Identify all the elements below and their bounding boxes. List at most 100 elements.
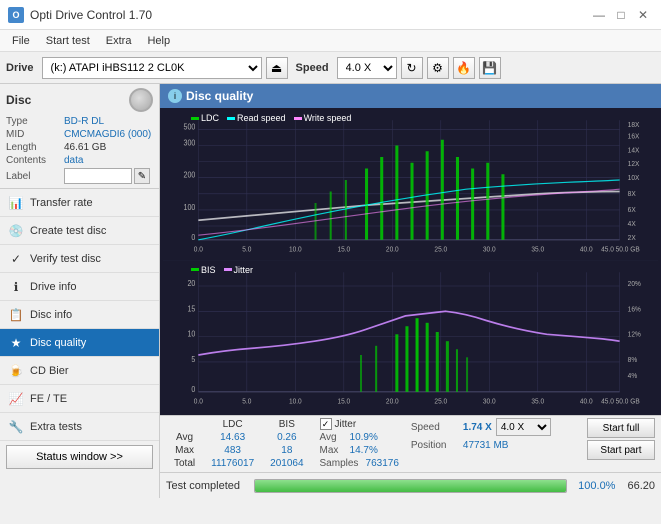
legend-jitter: Jitter: [234, 265, 254, 275]
jitter-label: Jitter: [335, 419, 357, 430]
progress-value: 100.0%: [575, 480, 615, 492]
sidebar-item-drive-info[interactable]: ℹ Drive info: [0, 273, 159, 301]
disc-label-row: Label ✎: [6, 168, 153, 184]
svg-text:18X: 18X: [628, 122, 640, 129]
disc-label-input[interactable]: [64, 168, 132, 184]
svg-text:10.0: 10.0: [289, 397, 302, 404]
svg-text:40.0: 40.0: [580, 246, 593, 253]
stats-max-label: Max: [166, 444, 203, 457]
main-content: Disc Type BD-R DL MID CMCMAGDI6 (000) Le…: [0, 84, 661, 498]
sidebar-item-disc-quality[interactable]: ★ Disc quality: [0, 329, 159, 357]
speed-mini-select[interactable]: 4.0 X: [496, 418, 551, 436]
settings-button[interactable]: ⚙: [427, 57, 449, 79]
svg-text:4X: 4X: [628, 221, 636, 228]
svg-text:30.0: 30.0: [483, 246, 496, 253]
disc-section-title: Disc: [6, 93, 31, 107]
disc-info-icon: 📋: [8, 307, 24, 323]
svg-text:5.0: 5.0: [242, 246, 251, 253]
stats-avg-label: Avg: [166, 431, 203, 444]
progress-track: [254, 479, 567, 493]
jitter-max-label: Max: [320, 445, 348, 456]
right-panel: i Disc quality LDC Read speed: [160, 84, 661, 498]
drive-select[interactable]: (k:) ATAPI iHBS112 2 CL0K: [42, 57, 262, 79]
legend-ldc: LDC: [201, 113, 219, 123]
svg-text:50.0 GB: 50.0 GB: [616, 397, 640, 404]
svg-text:25.0: 25.0: [434, 397, 447, 404]
menu-help[interactable]: Help: [139, 33, 178, 49]
stats-max-ldc: 483: [203, 444, 262, 457]
legend-read-speed: Read speed: [237, 113, 286, 123]
sidebar-item-label: Disc quality: [30, 337, 86, 349]
stats-total-ldc: 11176017: [203, 457, 262, 470]
close-button[interactable]: ✕: [633, 5, 653, 25]
svg-text:0: 0: [191, 232, 195, 242]
disc-contents-row: Contents data: [6, 155, 153, 166]
svg-text:12%: 12%: [628, 331, 641, 338]
cd-bier-icon: 🍺: [8, 363, 24, 379]
disc-contents-value: data: [64, 155, 83, 166]
drive-toolbar: Drive (k:) ATAPI iHBS112 2 CL0K ⏏ Speed …: [0, 52, 661, 84]
transfer-rate-icon: 📊: [8, 195, 24, 211]
eject-button[interactable]: ⏏: [266, 57, 288, 79]
progress-fill: [255, 480, 566, 492]
disc-type-row: Type BD-R DL: [6, 116, 153, 127]
label-edit-button[interactable]: ✎: [134, 168, 150, 184]
sidebar-item-transfer-rate[interactable]: 📊 Transfer rate: [0, 189, 159, 217]
stats-avg-bis: 0.26: [262, 431, 311, 444]
save-button[interactable]: 💾: [479, 57, 501, 79]
disc-quality-icon: ★: [8, 335, 24, 351]
titlebar-title: Opti Drive Control 1.70: [30, 8, 152, 22]
disc-type-value: BD-R DL: [64, 116, 104, 127]
stats-row-max: Max 483 18: [166, 444, 312, 457]
menu-start-test[interactable]: Start test: [38, 33, 98, 49]
start-part-button[interactable]: Start part: [587, 440, 655, 460]
speed-select[interactable]: 4.0 X: [337, 57, 397, 79]
speed-label: Speed: [296, 62, 329, 74]
svg-text:35.0: 35.0: [531, 397, 544, 404]
sidebar-item-label: Drive info: [30, 281, 76, 293]
svg-text:10.0: 10.0: [289, 246, 302, 253]
chart1-legend: LDC Read speed Write speed: [191, 113, 351, 123]
chart-header-icon: i: [168, 89, 182, 103]
start-full-button[interactable]: Start full: [587, 418, 655, 438]
progress-label: Test completed: [166, 480, 246, 492]
drive-label: Drive: [6, 62, 34, 74]
svg-text:4%: 4%: [628, 372, 637, 379]
sidebar-item-disc-info[interactable]: 📋 Disc info: [0, 301, 159, 329]
menu-file[interactable]: File: [4, 33, 38, 49]
svg-text:5.0: 5.0: [242, 397, 251, 404]
sidebar-item-verify-test-disc[interactable]: ✓ Verify test disc: [0, 245, 159, 273]
svg-text:10: 10: [187, 329, 195, 339]
sidebar-item-create-test-disc[interactable]: 💿 Create test disc: [0, 217, 159, 245]
status-window-button[interactable]: Status window >>: [6, 445, 153, 469]
sidebar-item-fe-te[interactable]: 📈 FE / TE: [0, 385, 159, 413]
svg-text:20%: 20%: [628, 280, 641, 287]
disc-mid-value: CMCMAGDI6 (000): [64, 129, 151, 140]
jitter-checkbox[interactable]: ✓: [320, 418, 332, 430]
svg-text:8%: 8%: [628, 356, 637, 363]
nav-items: 📊 Transfer rate 💿 Create test disc ✓ Ver…: [0, 189, 159, 441]
speed-stat-label: Speed: [411, 422, 459, 433]
fe-te-icon: 📈: [8, 391, 24, 407]
chart-bis: BIS Jitter: [163, 263, 658, 413]
minimize-button[interactable]: —: [589, 5, 609, 25]
svg-text:35.0: 35.0: [531, 246, 544, 253]
stats-row-avg: Avg 14.63 0.26: [166, 431, 312, 444]
refresh-button[interactable]: ↻: [401, 57, 423, 79]
sidebar-item-cd-bier[interactable]: 🍺 CD Bier: [0, 357, 159, 385]
burn-button[interactable]: 🔥: [453, 57, 475, 79]
svg-text:0: 0: [191, 384, 195, 394]
col-header-label: [166, 418, 203, 431]
svg-text:0.0: 0.0: [194, 246, 203, 253]
menu-extra[interactable]: Extra: [98, 33, 140, 49]
sidebar-item-extra-tests[interactable]: 🔧 Extra tests: [0, 413, 159, 441]
action-buttons: Start full Start part: [587, 418, 655, 460]
disc-length-row: Length 46.61 GB: [6, 142, 153, 153]
svg-text:20.0: 20.0: [386, 246, 399, 253]
svg-text:15: 15: [187, 303, 195, 313]
maximize-button[interactable]: □: [611, 5, 631, 25]
chart-ldc: LDC Read speed Write speed: [163, 111, 658, 261]
sidebar-item-label: Disc info: [30, 309, 72, 321]
svg-text:30.0: 30.0: [483, 397, 496, 404]
stats-avg-ldc: 14.63: [203, 431, 262, 444]
